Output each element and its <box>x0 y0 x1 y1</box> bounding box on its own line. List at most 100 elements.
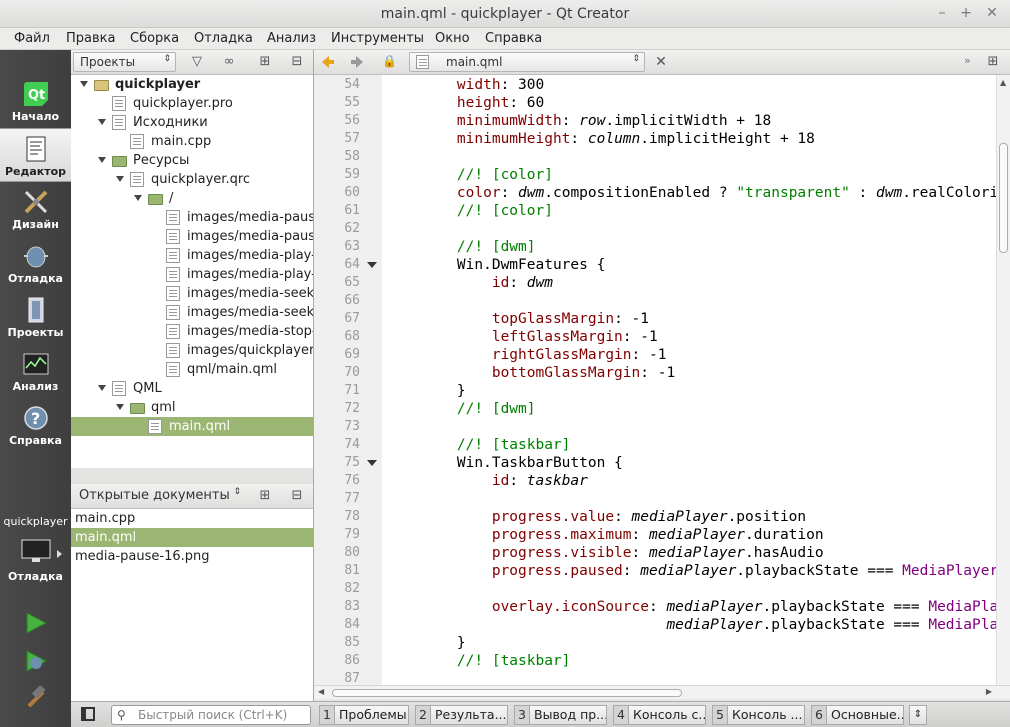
menu-window[interactable]: Окно <box>435 31 470 46</box>
tree-row-qml-folder[interactable]: qml <box>71 398 313 417</box>
mode-projects[interactable]: Проекты <box>0 290 71 344</box>
tree-row-main-cpp[interactable]: main.cpp <box>71 132 313 151</box>
menu-file[interactable]: Файл <box>14 31 50 46</box>
search-placeholder: Быстрый поиск (Ctrl+K) <box>138 708 288 722</box>
code-line: //! [taskbar] <box>456 437 571 453</box>
tree-row-image[interactable]: images/media-pause <box>71 208 313 227</box>
open-doc-item[interactable]: media-pause-16.png <box>71 547 313 566</box>
fold-marker-icon[interactable] <box>367 262 377 268</box>
image-file-icon <box>166 286 180 301</box>
more-icon[interactable]: » <box>964 54 971 67</box>
tree-row-qml-group[interactable]: QML <box>71 379 313 398</box>
more-panes-icon[interactable]: ⇕ <box>909 705 927 725</box>
close-pane-icon[interactable]: ⊟ <box>287 487 307 506</box>
tree-row-image[interactable]: images/media-play-3 <box>71 265 313 284</box>
scroll-up-icon[interactable]: ▲ <box>1000 78 1006 87</box>
scroll-left-icon[interactable]: ◀ <box>318 687 324 696</box>
menu-help[interactable]: Справка <box>485 31 542 46</box>
output-pane-search-results[interactable]: 2 Результа... <box>415 705 508 725</box>
split-icon[interactable]: ⊞ <box>255 487 275 506</box>
projects-view-combo-label: Проекты <box>80 55 136 69</box>
code-line: id: taskbar <box>491 473 588 489</box>
image-file-icon <box>166 229 180 244</box>
debug-icon <box>24 246 48 268</box>
mode-welcome[interactable]: Qt Начало <box>0 74 71 128</box>
open-doc-item[interactable]: main.cpp <box>71 509 313 528</box>
toggle-sidebar-icon[interactable] <box>81 707 95 721</box>
mode-editor[interactable]: Редактор <box>0 128 71 182</box>
line-number: 61 <box>344 203 360 218</box>
mode-design[interactable]: Дизайн <box>0 182 71 236</box>
build-hammer-icon[interactable] <box>23 686 49 712</box>
open-docs-combo-label: Открытые документы <box>79 488 230 503</box>
mode-help[interactable]: ? Справка <box>0 398 71 452</box>
output-pane-debugger-console[interactable]: 5 Консоль ... <box>712 705 805 725</box>
output-pane-general[interactable]: 6 Основные... <box>811 705 904 725</box>
filter-icon[interactable]: ▽ <box>187 53 207 72</box>
expand-arrow-icon <box>98 157 106 163</box>
output-pane-app-output[interactable]: 3 Вывод пр... <box>514 705 607 725</box>
maximize-icon[interactable]: + <box>957 4 975 22</box>
locator-search-input[interactable]: ⚲ Быстрый поиск (Ctrl+K) <box>111 705 311 725</box>
tree-row-image[interactable]: images/media-pause <box>71 227 313 246</box>
scroll-right-icon[interactable]: ▶ <box>986 687 992 696</box>
tree-row-image[interactable]: images/quickplayer.p <box>71 341 313 360</box>
menu-build[interactable]: Сборка <box>130 31 179 46</box>
split-icon[interactable]: ⊞ <box>983 53 1003 72</box>
image-file-icon <box>166 210 180 225</box>
tree-row-image[interactable]: images/media-play-1 <box>71 246 313 265</box>
scroll-thumb[interactable] <box>999 143 1008 253</box>
editor-vertical-scrollbar[interactable]: ▲ <box>996 75 1010 685</box>
minimize-icon[interactable]: – <box>933 4 951 22</box>
target-selector[interactable]: Отладка <box>0 532 71 586</box>
close-document-icon[interactable]: ✕ <box>651 53 671 72</box>
run-icon[interactable] <box>23 610 49 636</box>
forward-arrow-icon[interactable] <box>351 56 363 68</box>
code-line: progress.visible: mediaPlayer.hasAudio <box>491 545 824 561</box>
tree-row-main-qml[interactable]: main.qml <box>71 417 313 436</box>
cpp-file-icon <box>130 134 144 149</box>
pane-number: 5 <box>713 706 728 724</box>
tree-row-sources[interactable]: Исходники <box>71 113 313 132</box>
code-line: height: 60 <box>456 95 545 111</box>
pane-label: Основные... <box>831 707 904 722</box>
tree-row-image[interactable]: images/media-stop-3 <box>71 322 313 341</box>
editor-horizontal-scrollbar[interactable]: ◀ ▶ <box>314 685 1010 699</box>
back-arrow-icon[interactable] <box>322 56 334 68</box>
tree-row-project[interactable]: quickplayer <box>71 75 313 94</box>
code-editor[interactable]: 54 55 56 57 58 59 60 61 62 63 64 65 66 67 68 69 70 71 72 73… <box>314 75 1010 685</box>
menu-analyze[interactable]: Анализ <box>267 31 316 46</box>
image-file-icon <box>166 305 180 320</box>
close-pane-icon[interactable]: ⊟ <box>287 53 307 72</box>
mode-debug[interactable]: Отладка <box>0 236 71 290</box>
close-icon[interactable]: ✕ <box>983 4 1001 22</box>
tree-row-pro[interactable]: quickplayer.pro <box>71 94 313 113</box>
projects-view-combo[interactable]: Проекты ⇕ <box>73 52 176 72</box>
code-line: overlay.iconSource: mediaPlayer.playback… <box>491 599 1010 615</box>
fold-marker-icon[interactable] <box>367 460 377 466</box>
output-pane-issues[interactable]: 1 Проблемы <box>319 705 409 725</box>
tree-row-resources[interactable]: Ресурсы <box>71 151 313 170</box>
debug-run-icon[interactable] <box>23 648 49 674</box>
code-line: bottomGlassMargin: -1 <box>491 365 676 381</box>
menu-edit[interactable]: Правка <box>66 31 115 46</box>
tree-row-qml-file[interactable]: qml/main.qml <box>71 360 313 379</box>
tree-row-prefix[interactable]: / <box>71 189 313 208</box>
tree-label: / <box>169 191 174 206</box>
tree-row-qrc[interactable]: quickplayer.qrc <box>71 170 313 189</box>
split-icon[interactable]: ⊞ <box>255 53 275 72</box>
tree-label: images/quickplayer.p <box>187 343 313 358</box>
menu-debug[interactable]: Отладка <box>194 31 253 46</box>
scroll-thumb[interactable] <box>332 689 682 697</box>
line-number: 77 <box>344 491 360 506</box>
tree-row-image[interactable]: images/media-seek-f <box>71 303 313 322</box>
tree-row-image[interactable]: images/media-seek-b <box>71 284 313 303</box>
file-combo[interactable]: main.qml ⇕ <box>409 52 645 72</box>
menu-tools[interactable]: Инструменты <box>331 31 424 46</box>
mode-analyze[interactable]: Анализ <box>0 344 71 398</box>
open-docs-combo[interactable]: Открытые документы ⇕ <box>73 486 243 506</box>
output-pane-compile[interactable]: 4 Консоль с... <box>613 705 706 725</box>
link-icon[interactable]: ∞ <box>219 53 239 72</box>
open-doc-item[interactable]: main.qml <box>71 528 313 547</box>
tree-label: Ресурсы <box>133 153 190 168</box>
